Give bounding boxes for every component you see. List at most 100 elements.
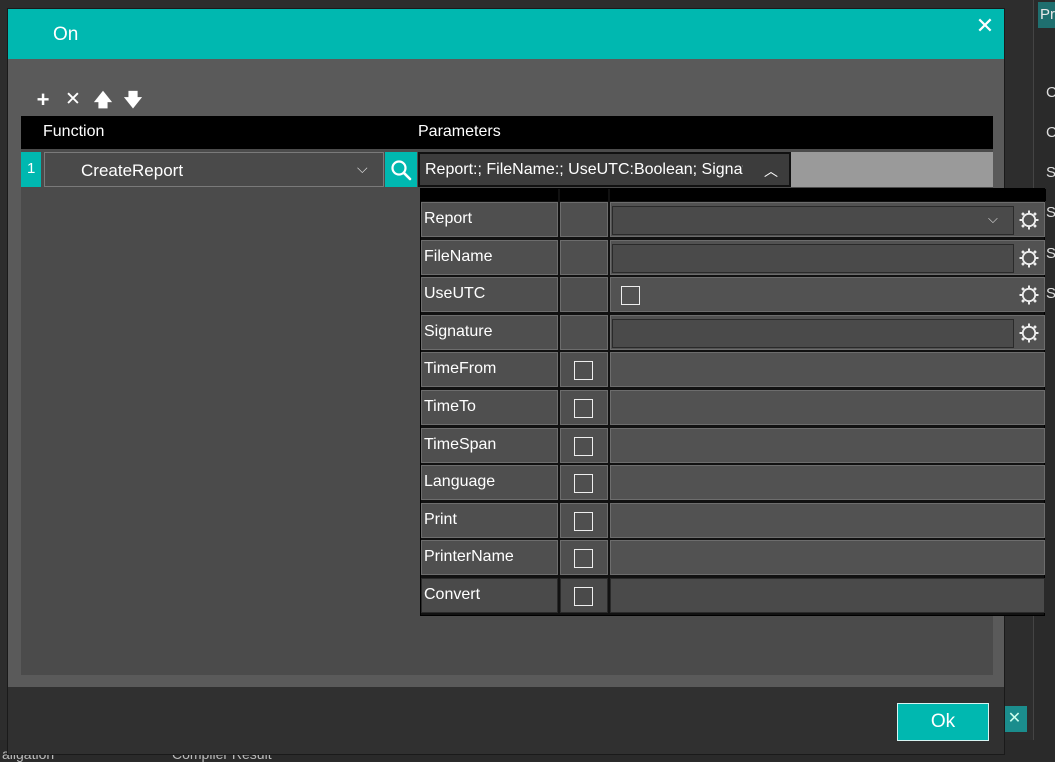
parameter-name-cell: Signature [421,314,558,350]
parameter-enable-cell [560,502,608,538]
parameter-row-convert: Convert [421,577,1046,614]
right-panel-tab[interactable]: Pr [1038,2,1055,28]
parameter-name-cell: Print [421,502,558,538]
parameter-enable-cell [560,427,608,463]
delete-icon[interactable]: ✕ [62,89,84,111]
parameter-enable-checkbox[interactable] [574,399,593,418]
parameter-enable-cell [560,239,608,275]
parameter-name: UseUTC [424,285,486,303]
parameter-name-cell: UseUTC [421,277,558,313]
parameter-name: Report [424,210,473,227]
parameter-row-printername: PrinterName [421,539,1046,576]
parameter-enable-checkbox[interactable] [574,549,593,569]
parameter-name: Language [424,473,496,491]
parameter-name-cell: TimeSpan [421,427,558,463]
ok-button[interactable]: Ok [897,703,989,741]
parameter-name: Print [424,510,457,528]
right-panel-letter: S [1046,245,1055,262]
parameter-enable-checkbox[interactable] [574,587,593,606]
parameter-value-checkbox[interactable] [621,286,640,306]
parameter-enable-checkbox[interactable] [574,436,593,456]
move-down-icon[interactable]: 🡇 [122,89,144,111]
parameter-value-cell [610,465,1045,501]
parameters-popup: Report ⌵ FileName UseUTC Signature TimeFrom Ti… [420,188,1046,616]
popup-header-cell [610,189,1046,201]
parameter-row-filename: FileName [421,239,1046,276]
gear-icon[interactable] [1018,247,1040,269]
parameter-value-cell [610,502,1045,538]
parameters-dropdown[interactable]: Report:; FileName:; UseUTC:Boolean; Sign… [418,152,791,187]
column-header-parameters[interactable]: Parameters [418,123,501,141]
parameter-value-cell [610,540,1045,576]
parameter-enable-checkbox[interactable] [574,511,593,531]
parameter-enable-cell [560,465,608,501]
parameter-value-cell [610,390,1045,425]
chevron-down-icon: ⌵ [357,160,368,176]
popup-header-cell [421,189,558,201]
parameter-name-cell: Language [421,465,558,501]
parameter-row-timefrom: TimeFrom [421,351,1046,388]
dialog-title: On [53,24,79,45]
parameters-value: Report:; FileName:; UseUTC:Boolean; Sign… [425,161,743,178]
function-search-button[interactable] [385,152,417,187]
parameter-name: TimeTo [424,398,476,415]
dialog-titlebar: On ✕ [8,9,1004,59]
chevron-up-icon: ︿ [764,163,778,179]
chevron-down-icon: ⌵ [988,211,998,226]
row-index[interactable]: 1 [21,152,41,187]
right-panel-letter: S [1046,285,1055,302]
parameter-value-input[interactable] [612,318,1014,348]
parameter-value-cell [610,578,1045,613]
gear-icon[interactable] [1018,209,1040,231]
background-close-icon[interactable]: ✕ [1002,706,1027,732]
parameter-enable-cell [560,578,608,613]
move-up-icon[interactable]: 🡅 [92,89,114,111]
right-panel-letter: C [1046,124,1055,141]
parameter-enable-cell [560,277,608,313]
parameter-value-cell [610,239,1045,275]
parameter-value-cell: ⌵ [610,202,1045,237]
parameter-name: PrinterName [424,548,514,566]
parameter-row-timeto: TimeTo [421,389,1046,426]
parameter-name: TimeSpan [424,435,497,453]
search-icon [391,160,412,181]
close-icon[interactable]: ✕ [973,15,997,39]
column-header-function[interactable]: Function [43,123,104,141]
parameter-name: TimeFrom [424,360,497,378]
parameter-name: Convert [424,586,481,603]
parameter-enable-cell [560,202,608,237]
parameter-name-cell: FileName [421,239,558,275]
parameter-name: FileName [424,247,493,265]
parameter-value-cell [610,277,1045,313]
parameter-value-cell [610,352,1045,388]
parameter-name-cell: Convert [421,578,558,613]
function-dropdown[interactable]: CreateReport ⌵ [44,152,384,187]
right-panel-letter: S [1046,164,1055,181]
add-icon[interactable]: + [32,89,54,111]
parameter-row-signature: Signature [421,314,1046,351]
parameter-value-cell [610,314,1045,350]
parameter-enable-checkbox[interactable] [574,361,593,381]
parameter-row-report: Report ⌵ [421,201,1046,238]
right-panel-letter: C [1046,84,1055,101]
gear-icon[interactable] [1018,284,1040,306]
parameter-row-timespan: TimeSpan [421,427,1046,464]
parameter-enable-cell [560,540,608,576]
parameter-name-cell: Report [421,202,558,237]
grid-toolbar: + ✕ 🡅 🡇 [32,89,144,111]
right-panel-letter: S [1046,204,1055,221]
parameter-enable-cell [560,390,608,425]
grid-header: Function Parameters [21,116,993,149]
on-dialog: On ✕ + ✕ 🡅 🡇 Function Parameters 1 Creat… [7,8,1046,755]
parameter-row-useutc: UseUTC [421,276,1046,313]
parameter-name: Signature [424,322,493,340]
function-value: CreateReport [81,161,184,180]
parameter-value-input[interactable] [612,243,1014,273]
parameter-value-dropdown[interactable]: ⌵ [612,206,1014,235]
parameter-value-cell [610,427,1045,463]
gear-icon[interactable] [1018,322,1040,344]
parameter-name-cell: PrinterName [421,540,558,576]
parameter-name-cell: TimeFrom [421,352,558,388]
parameter-enable-checkbox[interactable] [574,474,593,494]
row-filler [791,152,993,187]
